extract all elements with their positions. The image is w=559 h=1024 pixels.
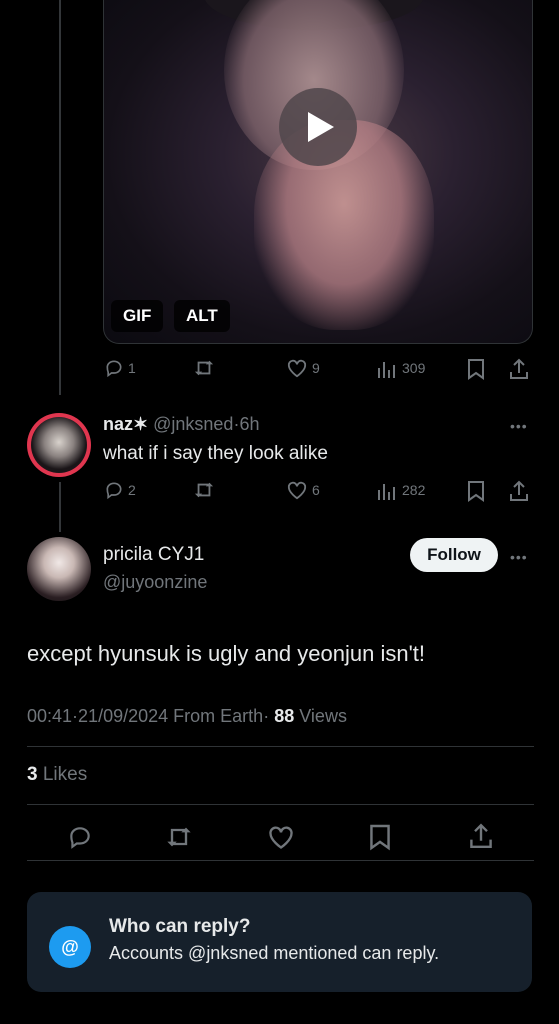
like-count: 9 [312,360,320,376]
likes-count: 3 [27,764,38,785]
analytics-icon [378,362,395,378]
retweet-icon [194,360,214,376]
reply-count: 2 [128,482,136,498]
gif-media[interactable]: GIF ALT [103,0,533,344]
views-count[interactable]: 88 [274,706,294,726]
bookmark-action[interactable] [467,358,485,380]
divider [27,746,534,747]
bookmark-action[interactable] [369,823,391,851]
who-can-reply-card: @ Who can reply? Accounts @jnksned menti… [27,892,532,992]
mention-icon: @ [49,926,91,968]
bookmark-action[interactable] [467,480,485,502]
tweet-text: except hyunsuk is ugly and yeonjun isn't… [27,641,425,666]
share-action[interactable] [509,358,529,380]
share-action[interactable] [509,480,529,502]
likes-stat[interactable]: 3 Likes [27,764,87,786]
bookmark-icon [370,824,390,851]
share-icon [510,480,528,501]
avatar[interactable] [27,537,91,601]
bookmark-icon [468,481,484,502]
tweet-date[interactable]: 21/09/2024 [78,706,168,726]
more-options-icon[interactable]: ••• [510,549,528,565]
tweet-meta: 00:41·21/09/2024 From Earth· 88 Views [27,706,347,727]
author-name[interactable]: pricila CYJ1 [103,544,204,566]
play-button[interactable] [279,88,357,166]
views-count: 282 [402,482,426,498]
retweet-icon [167,827,191,847]
tweet-time[interactable]: 00:41 [27,706,72,726]
play-icon [307,112,334,142]
reply-action[interactable] [67,824,93,850]
retweet-action[interactable] [165,824,193,850]
author-handle[interactable]: @juyoonzine [103,572,207,593]
share-icon [510,358,528,379]
reply-text: what if i say they look alike [103,443,328,464]
follow-button[interactable]: Follow [410,538,498,572]
gif-badge: GIF [111,300,164,332]
views-count: 309 [402,360,426,376]
bookmark-icon [468,359,484,380]
retweet-icon [194,482,214,498]
thread-line-middle [59,482,61,532]
views-action[interactable]: 282 [376,480,425,500]
heart-icon [287,359,307,378]
divider [27,804,534,805]
who-can-reply-title: Who can reply? [109,916,251,937]
analytics-icon [378,484,395,500]
reply-action[interactable]: 1 [104,358,136,378]
views-label: Views [299,706,347,726]
who-can-reply-subtitle: Accounts @jnksned mentioned can reply. [109,943,440,963]
reply-header: naz✶ @jnksned·6h [103,414,259,435]
like-action[interactable]: 9 [286,358,320,378]
more-options-icon[interactable]: ••• [510,418,528,434]
meta-separator: · [263,706,270,726]
timestamp[interactable]: 6h [239,414,259,434]
like-action[interactable]: 6 [286,480,320,500]
reply-count: 1 [128,360,136,376]
likes-label: Likes [42,764,88,785]
retweet-action[interactable] [193,480,215,500]
views-action[interactable]: 309 [376,358,425,378]
like-action[interactable] [267,824,295,850]
like-count: 6 [312,482,320,498]
heart-icon [269,826,293,849]
share-action[interactable] [469,822,493,850]
thread-line-top [59,0,61,395]
retweet-action[interactable] [193,358,215,378]
display-name[interactable]: naz✶ [103,414,148,434]
alt-badge[interactable]: ALT [174,300,230,332]
share-icon [470,823,492,848]
reply-action[interactable]: 2 [104,480,136,500]
divider [27,860,534,861]
heart-icon [287,481,307,500]
reply-icon [106,360,122,378]
handle[interactable]: @jnksned [153,414,233,434]
avatar[interactable] [27,413,91,477]
reply-icon [70,827,90,849]
reply-icon [106,482,122,500]
tweet-source: From Earth [173,706,264,726]
